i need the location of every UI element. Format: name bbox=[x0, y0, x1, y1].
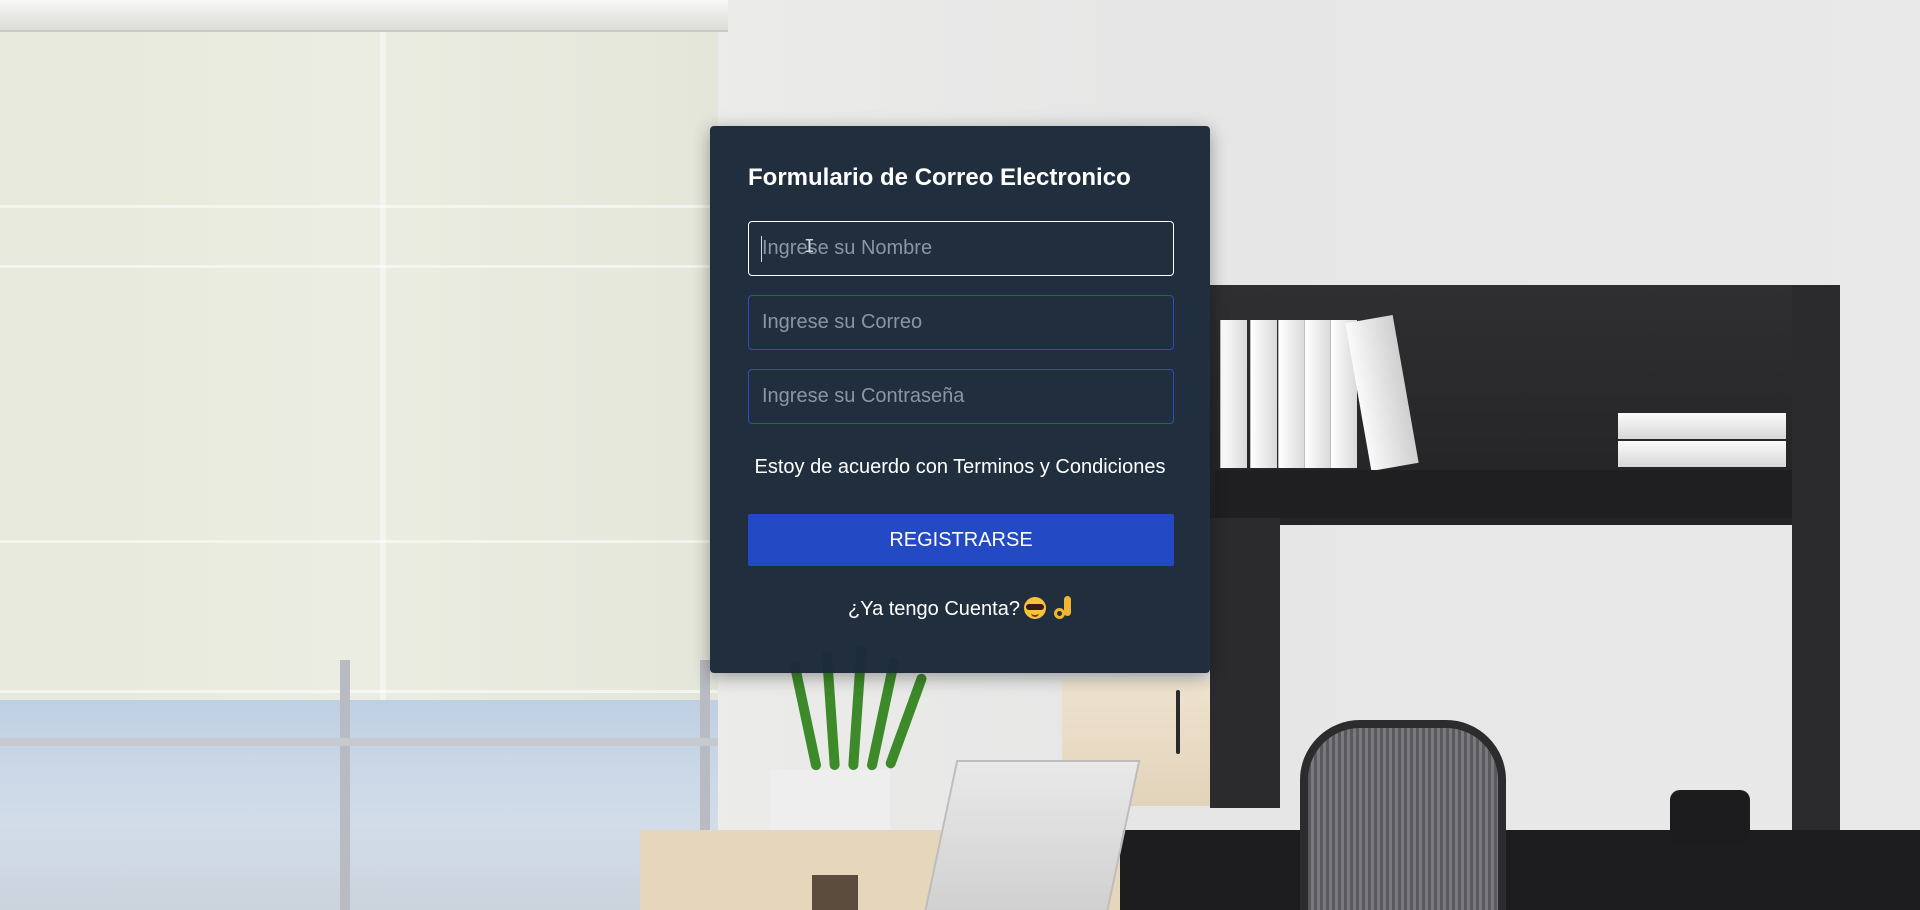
terms-text: Estoy de acuerdo con Terminos y Condicio… bbox=[754, 456, 1166, 478]
text-caret bbox=[761, 236, 762, 262]
cabinet-handle bbox=[1176, 690, 1180, 754]
smiling-face-with-sunglasses-icon bbox=[1023, 597, 1046, 619]
password-input[interactable] bbox=[748, 369, 1174, 424]
book bbox=[1618, 413, 1786, 439]
binder bbox=[1220, 320, 1247, 468]
hutch-side bbox=[1792, 285, 1840, 865]
window-blind bbox=[0, 0, 718, 745]
window-frame bbox=[0, 738, 718, 746]
office-chair bbox=[1300, 720, 1506, 910]
hutch-shelf bbox=[1215, 470, 1795, 518]
login-link[interactable]: ¿Ya tengo Cuenta? bbox=[710, 596, 1210, 621]
pen-cup bbox=[812, 875, 858, 910]
binder bbox=[1250, 320, 1277, 468]
plant-pot bbox=[770, 770, 890, 830]
binder bbox=[1304, 320, 1331, 468]
binder bbox=[1278, 320, 1305, 468]
blind-roller bbox=[0, 0, 728, 32]
ok-hand-icon bbox=[1053, 596, 1072, 620]
login-link-label: ¿Ya tengo Cuenta? bbox=[848, 598, 1020, 620]
ibeam-cursor-icon: I bbox=[804, 236, 815, 257]
email-input[interactable] bbox=[748, 295, 1174, 350]
desk-panel bbox=[1120, 830, 1920, 910]
laptop bbox=[923, 760, 1141, 910]
form-title: Formulario de Correo Electronico bbox=[748, 164, 1131, 191]
window-mullion bbox=[380, 0, 386, 745]
register-button[interactable]: REGISTRARSE bbox=[748, 514, 1174, 566]
window-frame bbox=[340, 660, 350, 910]
outside-view bbox=[0, 700, 718, 910]
book bbox=[1618, 441, 1786, 467]
hutch-divider bbox=[1210, 518, 1280, 808]
registration-form: Formulario de Correo Electronico I Estoy… bbox=[710, 126, 1210, 673]
desk-phone bbox=[1670, 790, 1750, 845]
